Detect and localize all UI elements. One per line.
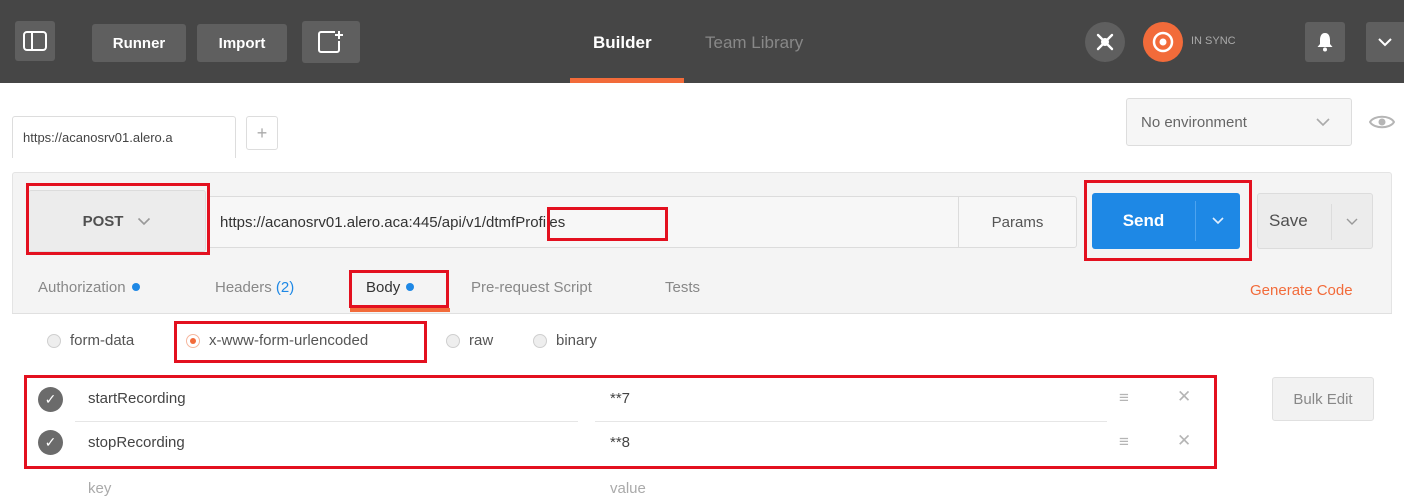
import-button[interactable]: Import (197, 24, 287, 62)
environment-select[interactable]: No environment (1126, 98, 1352, 146)
status-dot (131, 283, 140, 291)
new-window-icon (318, 31, 343, 53)
tab-body[interactable]: Body (366, 279, 415, 296)
bell-icon (1317, 33, 1333, 52)
settings-dropdown-button[interactable] (1366, 22, 1404, 62)
tab-headers-label: Headers (215, 279, 272, 296)
chevron-down-icon (1212, 217, 1224, 225)
quick-look-button[interactable] (1360, 98, 1404, 146)
radio-button[interactable] (446, 333, 460, 348)
param-key[interactable]: stopRecording (88, 434, 185, 451)
headers-count: (2) (275, 279, 295, 296)
chevron-down-icon (1316, 118, 1330, 127)
tab-body-label: Body (366, 279, 401, 296)
chevron-down-icon (1346, 218, 1358, 225)
add-tab-button[interactable]: + (246, 116, 278, 150)
radio-raw-label: raw (469, 332, 494, 349)
radio-button-selected[interactable] (186, 333, 200, 348)
request-tab[interactable]: https://acanosrv01.alero.a (12, 116, 236, 158)
radio-urlencoded-label: x-www-form-urlencoded (209, 332, 369, 349)
sidebar-toggle-button[interactable] (15, 21, 55, 61)
chevron-down-icon (138, 217, 151, 225)
eye-icon (1369, 115, 1395, 129)
top-bar: Runner Import Builder Team Library IN SY… (0, 0, 1404, 83)
radio-urlencoded[interactable]: x-www-form-urlencoded (186, 332, 368, 349)
status-dot (406, 283, 415, 291)
radio-binary[interactable]: binary (533, 332, 597, 349)
tab-team-library[interactable]: Team Library (705, 33, 803, 53)
param-key[interactable]: startRecording (88, 390, 186, 407)
radio-button[interactable] (47, 333, 61, 348)
active-tab-indicator (570, 78, 684, 83)
sync-button[interactable] (1143, 22, 1183, 62)
tab-authorization-label: Authorization (38, 279, 126, 296)
sync-icon (1152, 31, 1174, 53)
url-input[interactable]: https://acanosrv01.alero.aca:445/api/v1/… (207, 196, 1077, 248)
param-row: ✓ startRecording **7 ≡ ✕ (28, 378, 1214, 422)
send-button[interactable]: Send (1092, 193, 1240, 249)
new-value-placeholder[interactable]: value (610, 480, 646, 497)
chevron-down-icon (1378, 38, 1392, 47)
tab-tests[interactable]: Tests (665, 279, 700, 296)
reorder-icon[interactable]: ≡ (1119, 388, 1129, 408)
param-value[interactable]: **7 (610, 390, 630, 407)
bulk-edit-button[interactable]: Bulk Edit (1272, 377, 1374, 421)
method-select[interactable]: POST (28, 190, 206, 252)
save-button[interactable]: Save (1257, 193, 1373, 249)
environment-select-value: No environment (1141, 113, 1247, 131)
close-icon[interactable]: ✕ (1177, 387, 1191, 407)
save-divider (1331, 204, 1332, 240)
param-value[interactable]: **8 (610, 434, 630, 451)
url-prefix: https://acanosrv01.alero.aca:445/api/v1/ (220, 213, 487, 231)
interceptor-button[interactable] (1085, 22, 1125, 62)
params-button[interactable]: Params (958, 197, 1076, 247)
tab-pre-request-script[interactable]: Pre-request Script (471, 279, 592, 296)
tab-authorization[interactable]: Authorization (38, 279, 140, 296)
radio-raw[interactable]: raw (446, 332, 493, 349)
checkmark-icon[interactable]: ✓ (38, 430, 63, 455)
checkmark-icon[interactable]: ✓ (38, 387, 63, 412)
save-label: Save (1269, 211, 1308, 230)
url-endpoint: dtmfProfiles (486, 213, 566, 231)
tab-headers[interactable]: Headers (2) (215, 279, 294, 296)
sidebar-icon (23, 31, 47, 51)
send-options-button[interactable] (1195, 201, 1240, 241)
generate-code-link[interactable]: Generate Code (1250, 282, 1353, 299)
runner-button[interactable]: Runner (92, 24, 186, 62)
sync-status-text: IN SYNC (1191, 35, 1236, 47)
radio-form-data[interactable]: form-data (47, 332, 134, 349)
notifications-button[interactable] (1305, 22, 1345, 62)
param-row: ✓ stopRecording **8 ≡ ✕ (28, 422, 1214, 466)
request-tab-label: https://acanosrv01.alero.a (23, 130, 173, 145)
radio-button[interactable] (533, 333, 547, 348)
new-window-button[interactable] (302, 21, 360, 63)
new-key-placeholder[interactable]: key (88, 480, 111, 497)
method-label: POST (82, 212, 124, 230)
reorder-icon[interactable]: ≡ (1119, 432, 1129, 452)
close-icon[interactable]: ✕ (1177, 431, 1191, 451)
tab-builder[interactable]: Builder (593, 33, 652, 53)
radio-binary-label: binary (556, 332, 597, 349)
satellite-icon (1096, 33, 1114, 51)
active-subtab-indicator (350, 308, 450, 312)
radio-form-data-label: form-data (70, 332, 135, 349)
send-label: Send (1122, 211, 1165, 230)
